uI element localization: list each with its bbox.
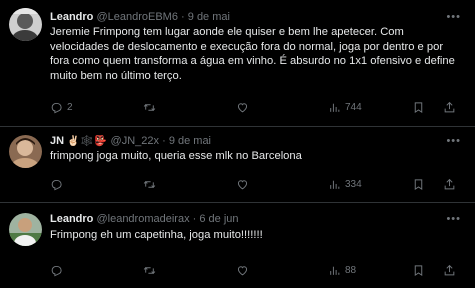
tweet-actions: 2 744 bbox=[50, 100, 465, 114]
bookmark-icon bbox=[414, 264, 423, 276]
post-date[interactable]: 6 de jun bbox=[199, 213, 238, 225]
avatar[interactable] bbox=[9, 213, 42, 246]
post-date[interactable]: 9 de mai bbox=[169, 135, 211, 147]
reply-count: 2 bbox=[67, 101, 73, 113]
more-horizontal-icon[interactable]: ••• bbox=[446, 136, 461, 147]
reply-button[interactable]: 2 bbox=[50, 100, 73, 114]
reply-button[interactable] bbox=[50, 263, 67, 277]
more-horizontal-icon[interactable]: ••• bbox=[446, 12, 461, 23]
separator-dot: · bbox=[181, 11, 185, 23]
views-count: 88 bbox=[345, 264, 357, 276]
avatar[interactable] bbox=[9, 8, 42, 41]
tweet[interactable]: JN ✌🏻🕸️👺 @JN_22x · 9 de mai ••• frimpong… bbox=[0, 127, 475, 203]
share-icon bbox=[444, 101, 455, 112]
reply-icon bbox=[51, 102, 62, 113]
tweet-text: Jeremie Frimpong tem lugar aonde ele qui… bbox=[50, 26, 455, 82]
heart-icon bbox=[237, 102, 248, 112]
reply-icon bbox=[51, 179, 62, 190]
views-button[interactable]: 744 bbox=[328, 100, 362, 114]
tweet[interactable]: Leandro @leandromadeirax · 6 de jun ••• … bbox=[0, 203, 475, 288]
retweet-icon bbox=[143, 266, 156, 274]
views-count: 744 bbox=[345, 101, 362, 113]
reply-icon bbox=[51, 265, 62, 276]
bookmark-icon bbox=[414, 178, 423, 190]
more-horizontal-icon[interactable]: ••• bbox=[446, 214, 461, 225]
tweet-text: frimpong joga muito, queria esse mlk no … bbox=[50, 150, 302, 162]
tweet-actions: 334 bbox=[50, 177, 465, 191]
bookmark-button[interactable] bbox=[412, 177, 425, 191]
share-button[interactable] bbox=[443, 177, 456, 191]
tweet-text: Frimpong eh um capetinha, joga muito!!!!… bbox=[50, 229, 263, 241]
views-bar-chart-icon bbox=[330, 103, 340, 112]
separator-dot: · bbox=[192, 213, 197, 225]
share-icon bbox=[444, 178, 455, 189]
tweet-actions: 88 bbox=[50, 263, 465, 277]
views-bar-chart-icon bbox=[330, 266, 340, 275]
retweet-button[interactable] bbox=[143, 177, 160, 191]
tweet[interactable]: Leandro @LeandroEBM6 · 9 de mai ••• Jere… bbox=[0, 0, 475, 127]
like-button[interactable] bbox=[236, 263, 253, 277]
share-button[interactable] bbox=[443, 263, 456, 277]
separator-dot: · bbox=[162, 135, 166, 147]
bookmark-button[interactable] bbox=[412, 100, 425, 114]
like-button[interactable] bbox=[236, 177, 253, 191]
author-handle[interactable]: @leandromadeirax bbox=[96, 213, 189, 225]
share-button[interactable] bbox=[443, 100, 456, 114]
heart-icon bbox=[237, 265, 248, 275]
tweet-header: JN ✌🏻🕸️👺 @JN_22x · 9 de mai bbox=[50, 134, 211, 149]
views-button[interactable]: 88 bbox=[328, 263, 356, 277]
author-name[interactable]: Leandro bbox=[50, 11, 93, 23]
heart-icon bbox=[237, 179, 248, 189]
tweet-header: Leandro @leandromadeirax · 6 de jun bbox=[50, 212, 239, 226]
like-button[interactable] bbox=[236, 100, 253, 114]
retweet-button[interactable] bbox=[143, 263, 160, 277]
author-handle[interactable]: @JN_22x bbox=[111, 135, 159, 147]
post-date[interactable]: 9 de mai bbox=[188, 11, 230, 23]
views-count: 334 bbox=[345, 178, 362, 190]
bookmark-button[interactable] bbox=[412, 263, 425, 277]
reply-button[interactable] bbox=[50, 177, 67, 191]
retweet-icon bbox=[143, 180, 156, 188]
share-icon bbox=[444, 264, 455, 275]
tweet-header: Leandro @LeandroEBM6 · 9 de mai bbox=[50, 10, 230, 24]
author-name[interactable]: JN bbox=[50, 135, 64, 147]
author-emojis: ✌🏻🕸️👺 bbox=[67, 136, 108, 147]
author-handle[interactable]: @LeandroEBM6 bbox=[96, 11, 178, 23]
author-name[interactable]: Leandro bbox=[50, 213, 93, 225]
views-bar-chart-icon bbox=[330, 180, 340, 189]
views-button[interactable]: 334 bbox=[328, 177, 362, 191]
bookmark-icon bbox=[414, 101, 423, 113]
retweet-icon bbox=[143, 103, 156, 111]
retweet-button[interactable] bbox=[143, 100, 160, 114]
avatar[interactable] bbox=[9, 135, 42, 168]
